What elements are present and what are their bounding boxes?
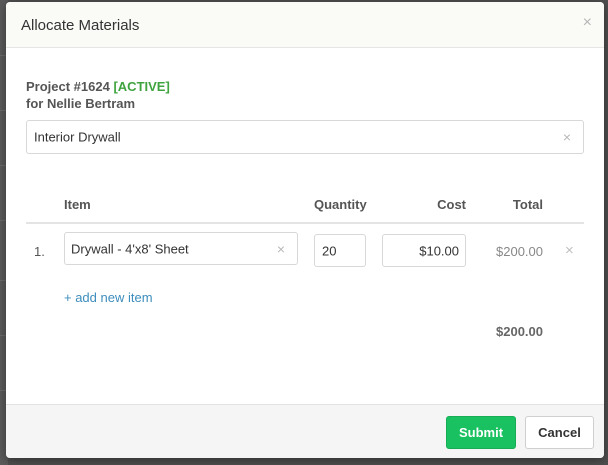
add-new-item-link[interactable]: + add new item bbox=[64, 290, 153, 305]
row-total: $200.00 bbox=[496, 244, 543, 259]
row-index: 1. bbox=[34, 244, 45, 259]
project-client: for Nellie Bertram bbox=[26, 96, 136, 111]
clear-icon[interactable]: × bbox=[563, 129, 571, 145]
item-select-field[interactable]: Drywall - 4'x8' Sheet × bbox=[64, 232, 298, 265]
grand-total: $200.00 bbox=[496, 324, 543, 339]
clear-icon[interactable]: × bbox=[277, 241, 285, 257]
task-select-value: Interior Drywall bbox=[34, 129, 121, 145]
item-select-value: Drywall - 4'x8' Sheet bbox=[71, 241, 189, 256]
cancel-button[interactable]: Cancel bbox=[525, 416, 594, 449]
modal-title: Allocate Materials bbox=[21, 17, 140, 34]
task-select-field[interactable]: Interior Drywall × bbox=[26, 120, 584, 154]
cost-value: $10.00 bbox=[419, 243, 459, 258]
column-header-item: Item bbox=[64, 197, 91, 212]
quantity-value: 20 bbox=[322, 243, 337, 258]
project-number: Project #1624 bbox=[26, 79, 110, 94]
modal-header: Allocate Materials × bbox=[6, 2, 604, 48]
project-heading: Project #1624 [ACTIVE] bbox=[26, 79, 170, 94]
quantity-input[interactable]: 20 bbox=[314, 234, 366, 267]
close-icon[interactable]: × bbox=[583, 14, 592, 32]
allocate-materials-modal: Allocate Materials × Project #1624 [ACTI… bbox=[6, 2, 604, 458]
project-status-badge: [ACTIVE] bbox=[113, 79, 170, 94]
table-header-divider bbox=[26, 222, 584, 224]
modal-footer: Submit Cancel bbox=[6, 404, 604, 458]
cost-input[interactable]: $10.00 bbox=[382, 234, 466, 267]
submit-button[interactable]: Submit bbox=[446, 416, 516, 449]
column-header-total: Total bbox=[512, 197, 543, 212]
remove-row-icon[interactable]: × bbox=[565, 242, 574, 259]
column-header-cost: Cost bbox=[437, 197, 466, 212]
column-header-quantity: Quantity bbox=[314, 197, 367, 212]
